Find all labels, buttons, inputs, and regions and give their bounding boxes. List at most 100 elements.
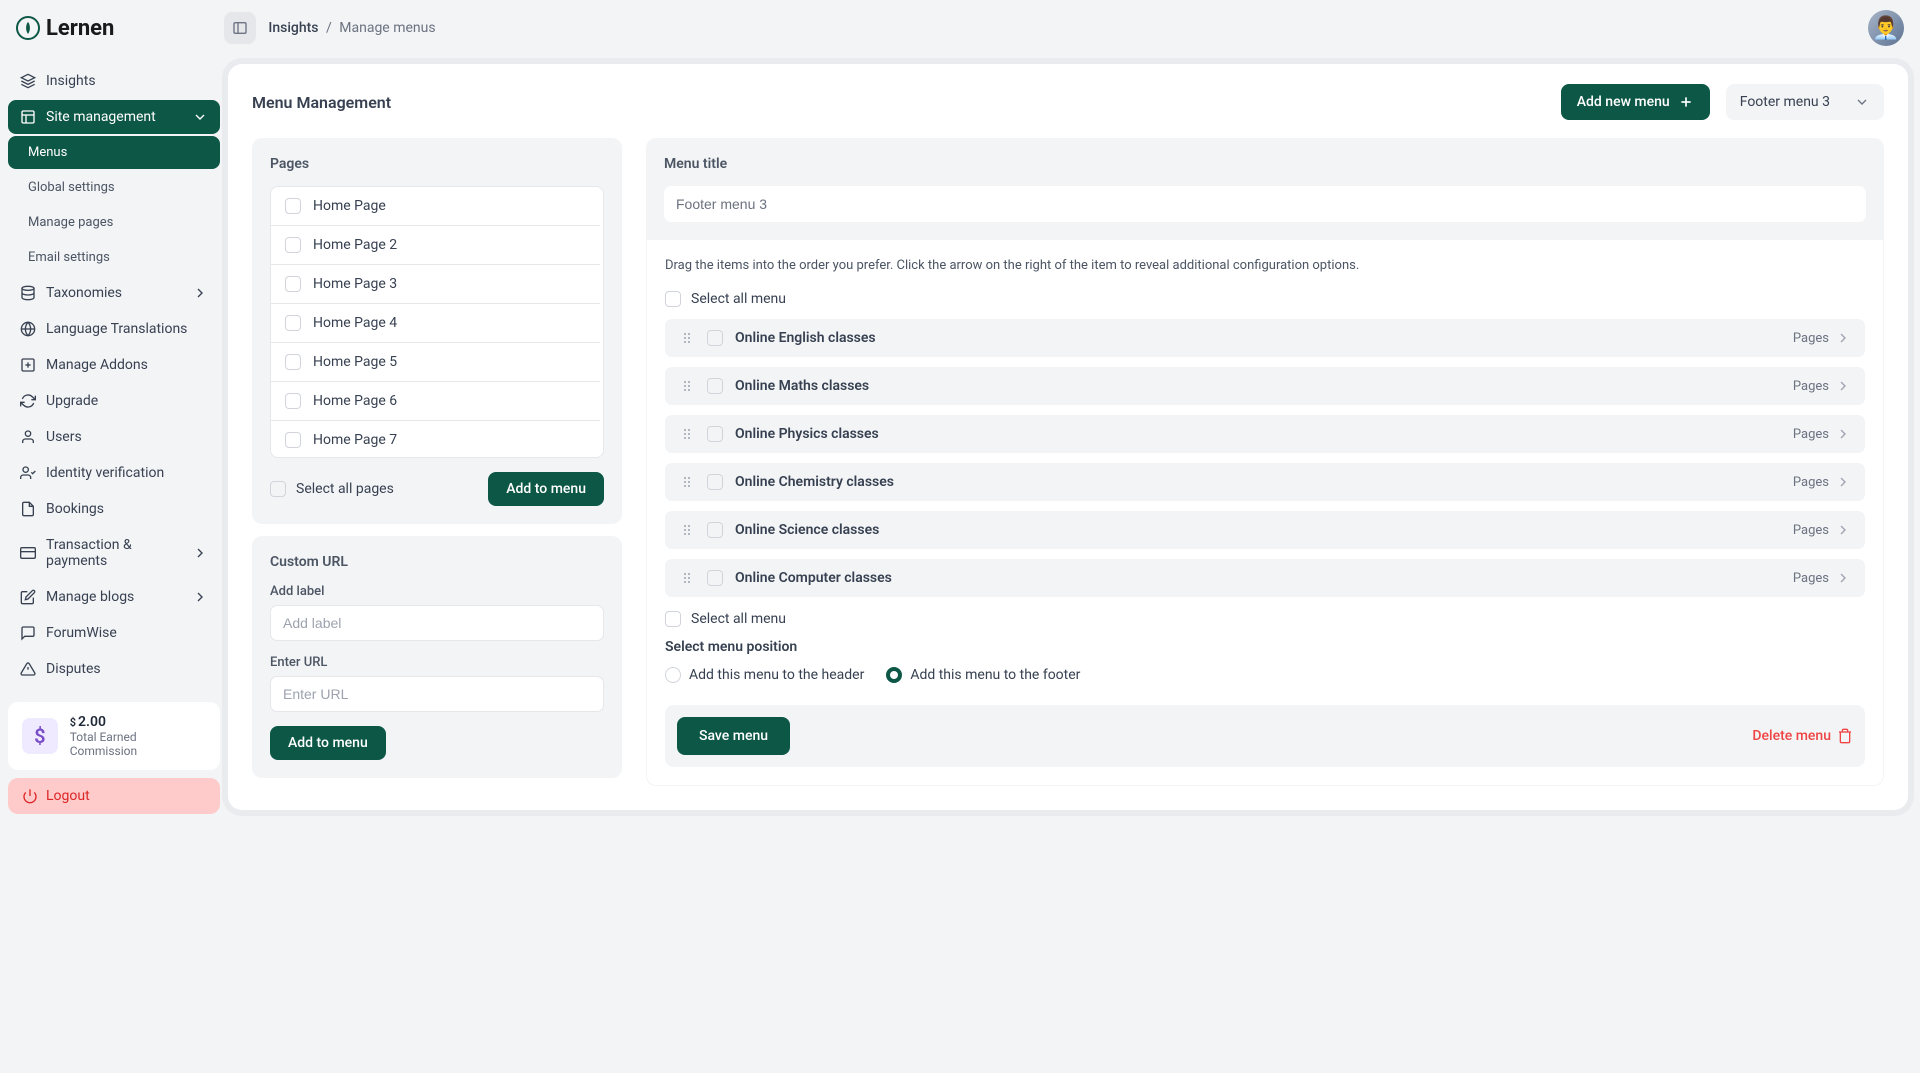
alert-icon (20, 661, 36, 677)
nav-bookings[interactable]: Bookings (8, 492, 220, 526)
brand-logo: Lernen (16, 16, 114, 41)
menu-selector-dropdown[interactable]: Footer menu 3 (1726, 84, 1884, 120)
panel-icon (232, 20, 248, 36)
chevron-right-icon (192, 545, 208, 561)
checkbox[interactable] (707, 378, 723, 394)
nav-site-management[interactable]: Site management (8, 100, 220, 134)
checkbox[interactable] (707, 330, 723, 346)
menu-item-type[interactable]: Pages (1793, 330, 1851, 346)
enter-url-input[interactable] (270, 676, 604, 712)
add-label-input[interactable] (270, 605, 604, 641)
checkbox[interactable] (707, 426, 723, 442)
page-title: Menu Management (252, 93, 391, 112)
menu-item-type[interactable]: Pages (1793, 426, 1851, 442)
menu-item[interactable]: Online Science classes Pages (665, 511, 1865, 549)
chevron-right-icon (1835, 474, 1851, 490)
drag-handle-icon[interactable] (679, 426, 695, 442)
nav-manage-pages[interactable]: Manage pages (8, 206, 220, 239)
nav-forumwise[interactable]: ForumWise (8, 616, 220, 650)
checkbox[interactable] (285, 276, 301, 292)
drag-handle-icon[interactable] (679, 474, 695, 490)
checkbox[interactable] (270, 481, 286, 497)
drag-handle-icon[interactable] (679, 522, 695, 538)
drag-handle-icon[interactable] (679, 330, 695, 346)
logout-button[interactable]: Logout (8, 778, 220, 814)
menu-help-text: Drag the items into the order you prefer… (665, 258, 1865, 273)
nav-insights[interactable]: Insights (8, 64, 220, 98)
database-icon (20, 285, 36, 301)
nav-taxonomies[interactable]: Taxonomies (8, 276, 220, 310)
nav-users[interactable]: Users (8, 420, 220, 454)
app-header: Lernen Insights / Manage menus 👨‍💼 (0, 0, 1920, 56)
menu-item-type[interactable]: Pages (1793, 474, 1851, 490)
checkbox[interactable] (707, 570, 723, 586)
refresh-icon (20, 393, 36, 409)
select-all-pages[interactable]: Select all pages (270, 481, 394, 497)
page-row[interactable]: Home Page (271, 187, 600, 226)
checkbox[interactable] (665, 611, 681, 627)
save-menu-button[interactable]: Save menu (677, 717, 790, 755)
checkbox[interactable] (285, 393, 301, 409)
radio-icon (886, 667, 902, 683)
radio-footer[interactable]: Add this menu to the footer (886, 667, 1080, 683)
menu-item[interactable]: Online English classes Pages (665, 319, 1865, 357)
menu-item[interactable]: Online Maths classes Pages (665, 367, 1865, 405)
drag-handle-icon[interactable] (679, 570, 695, 586)
menu-title-input[interactable] (664, 186, 1866, 222)
pages-list[interactable]: Home Page Home Page 2 Home Page 3 Home P… (270, 186, 604, 458)
globe-icon (20, 321, 36, 337)
select-all-menu-top[interactable]: Select all menu (665, 291, 1865, 307)
add-custom-to-menu-button[interactable]: Add to menu (270, 726, 386, 760)
edit-icon (20, 589, 36, 605)
nav-transactions[interactable]: Transaction & payments (8, 528, 220, 578)
nav-upgrade[interactable]: Upgrade (8, 384, 220, 418)
nav-menus[interactable]: Menus (8, 136, 220, 169)
nav-disputes[interactable]: Disputes (8, 652, 220, 686)
add-pages-to-menu-button[interactable]: Add to menu (488, 472, 604, 506)
nav-addons[interactable]: Manage Addons (8, 348, 220, 382)
plus-square-icon (20, 357, 36, 373)
nav-identity[interactable]: Identity verification (8, 456, 220, 490)
checkbox[interactable] (707, 474, 723, 490)
user-icon (20, 429, 36, 445)
checkbox[interactable] (285, 354, 301, 370)
checkbox[interactable] (707, 522, 723, 538)
nav-language[interactable]: Language Translations (8, 312, 220, 346)
menu-item[interactable]: Online Physics classes Pages (665, 415, 1865, 453)
radio-icon (665, 667, 681, 683)
page-row[interactable]: Home Page 3 (271, 265, 600, 304)
checkbox[interactable] (285, 198, 301, 214)
menu-item-type[interactable]: Pages (1793, 522, 1851, 538)
menu-title-label: Menu title (664, 156, 1866, 172)
chevron-right-icon (1835, 426, 1851, 442)
checkbox[interactable] (285, 315, 301, 331)
checkbox[interactable] (285, 432, 301, 448)
menu-title-block: Menu title (646, 138, 1884, 240)
pages-panel-title: Pages (270, 156, 604, 172)
page-row[interactable]: Home Page 7 (271, 421, 600, 458)
page-row[interactable]: Home Page 4 (271, 304, 600, 343)
commission-card: $ $2.00 Total Earned Commission (8, 702, 220, 770)
select-all-menu-bottom[interactable]: Select all menu (665, 611, 1865, 627)
menu-item-type[interactable]: Pages (1793, 570, 1851, 586)
add-new-menu-button[interactable]: Add new menu (1561, 84, 1710, 120)
checkbox[interactable] (285, 237, 301, 253)
credit-card-icon (20, 545, 36, 561)
nav-blogs[interactable]: Manage blogs (8, 580, 220, 614)
breadcrumb-root[interactable]: Insights (268, 20, 318, 36)
drag-handle-icon[interactable] (679, 378, 695, 394)
checkbox[interactable] (665, 291, 681, 307)
page-row[interactable]: Home Page 2 (271, 226, 600, 265)
page-row[interactable]: Home Page 5 (271, 343, 600, 382)
menu-items-list: Online English classes Pages Online Math… (665, 319, 1865, 597)
radio-header[interactable]: Add this menu to the header (665, 667, 864, 683)
nav-global-settings[interactable]: Global settings (8, 171, 220, 204)
user-avatar[interactable]: 👨‍💼 (1868, 10, 1904, 46)
sidebar-toggle-button[interactable] (224, 12, 256, 44)
delete-menu-link[interactable]: Delete menu (1752, 728, 1853, 744)
menu-item[interactable]: Online Computer classes Pages (665, 559, 1865, 597)
page-row[interactable]: Home Page 6 (271, 382, 600, 421)
menu-item[interactable]: Online Chemistry classes Pages (665, 463, 1865, 501)
nav-email-settings[interactable]: Email settings (8, 241, 220, 274)
menu-item-type[interactable]: Pages (1793, 378, 1851, 394)
